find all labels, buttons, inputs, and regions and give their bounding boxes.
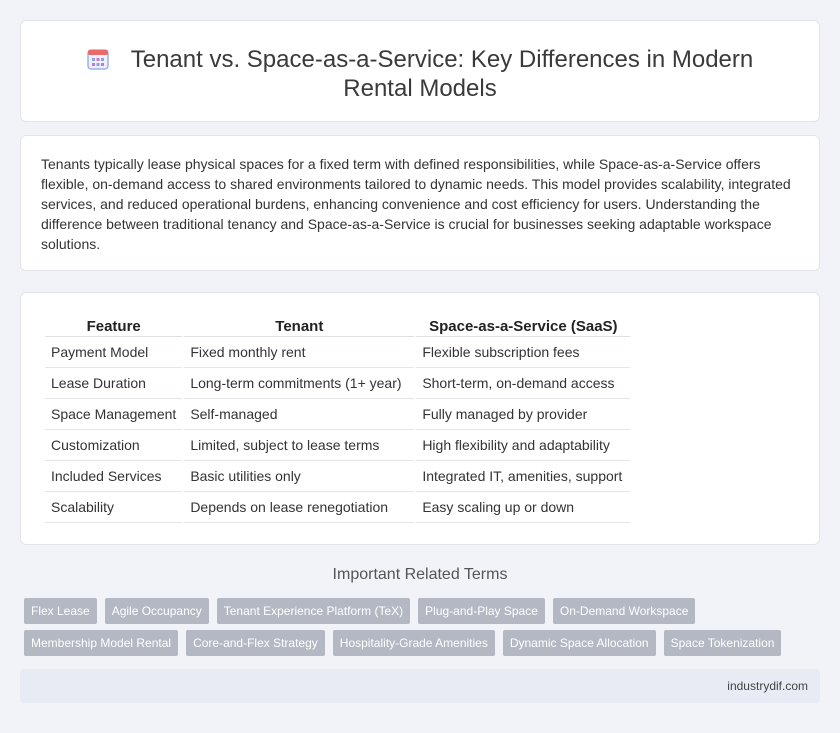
calendar-grid-icon	[87, 48, 109, 70]
related-term-tag[interactable]: Membership Model Rental	[24, 630, 179, 656]
cell-tenant: Depends on lease renegotiation	[184, 492, 415, 523]
cell-feature: Lease Duration	[45, 368, 183, 399]
header-saas: Space-as-a-Service (SaaS)	[416, 315, 631, 337]
related-term-tag[interactable]: Hospitality-Grade Amenities	[332, 630, 495, 656]
cell-feature: Scalability	[45, 492, 183, 523]
table-row: Customization Limited, subject to lease …	[45, 430, 631, 461]
cell-saas: Flexible subscription fees	[416, 337, 631, 368]
cell-tenant: Self-managed	[184, 399, 415, 430]
cell-saas: Short-term, on-demand access	[416, 368, 631, 399]
cell-saas: Easy scaling up or down	[416, 492, 631, 523]
cell-saas: High flexibility and adaptability	[416, 430, 631, 461]
intro-card: Tenants typically lease physical spaces …	[20, 135, 820, 271]
cell-tenant: Long-term commitments (1+ year)	[184, 368, 415, 399]
related-term-tag[interactable]: Space Tokenization	[663, 630, 782, 656]
related-terms-list: Flex Lease Agile Occupancy Tenant Experi…	[24, 598, 814, 656]
title-card: Tenant vs. Space-as-a-Service: Key Diffe…	[20, 20, 820, 122]
related-term-tag[interactable]: Plug-and-Play Space	[418, 598, 545, 624]
cell-feature: Customization	[45, 430, 183, 461]
comparison-table: Feature Tenant Space-as-a-Service (SaaS)…	[43, 315, 632, 523]
cell-tenant: Limited, subject to lease terms	[184, 430, 415, 461]
intro-paragraph: Tenants typically lease physical spaces …	[41, 156, 791, 252]
related-term-tag[interactable]: Dynamic Space Allocation	[502, 630, 656, 656]
related-term-tag[interactable]: On-Demand Workspace	[552, 598, 696, 624]
table-row: Scalability Depends on lease renegotiati…	[45, 492, 631, 523]
table-row: Space Management Self-managed Fully mana…	[45, 399, 631, 430]
table-row: Lease Duration Long-term commitments (1+…	[45, 368, 631, 399]
cell-feature: Included Services	[45, 461, 183, 492]
header-tenant: Tenant	[184, 315, 415, 337]
cell-feature: Payment Model	[45, 337, 183, 368]
footer-bar: industrydif.com	[20, 669, 820, 703]
header-feature: Feature	[45, 315, 183, 337]
related-term-tag[interactable]: Core-and-Flex Strategy	[186, 630, 325, 656]
cell-tenant: Fixed monthly rent	[184, 337, 415, 368]
cell-saas: Integrated IT, amenities, support	[416, 461, 631, 492]
table-row: Included Services Basic utilities only I…	[45, 461, 631, 492]
footer-site-link[interactable]: industrydif.com	[727, 679, 808, 693]
cell-feature: Space Management	[45, 399, 183, 430]
related-terms-title: Important Related Terms	[332, 566, 508, 583]
comparison-card: Feature Tenant Space-as-a-Service (SaaS)…	[20, 292, 820, 545]
related-term-tag[interactable]: Tenant Experience Platform (TeX)	[216, 598, 411, 624]
page-title: Tenant vs. Space-as-a-Service: Key Diffe…	[51, 45, 789, 103]
related-term-tag[interactable]: Agile Occupancy	[104, 598, 209, 624]
table-header-row: Feature Tenant Space-as-a-Service (SaaS)	[45, 315, 631, 337]
cell-saas: Fully managed by provider	[416, 399, 631, 430]
related-term-tag[interactable]: Flex Lease	[24, 598, 97, 624]
table-row: Payment Model Fixed monthly rent Flexibl…	[45, 337, 631, 368]
cell-tenant: Basic utilities only	[184, 461, 415, 492]
page-title-text: Tenant vs. Space-as-a-Service: Key Diffe…	[130, 46, 754, 102]
